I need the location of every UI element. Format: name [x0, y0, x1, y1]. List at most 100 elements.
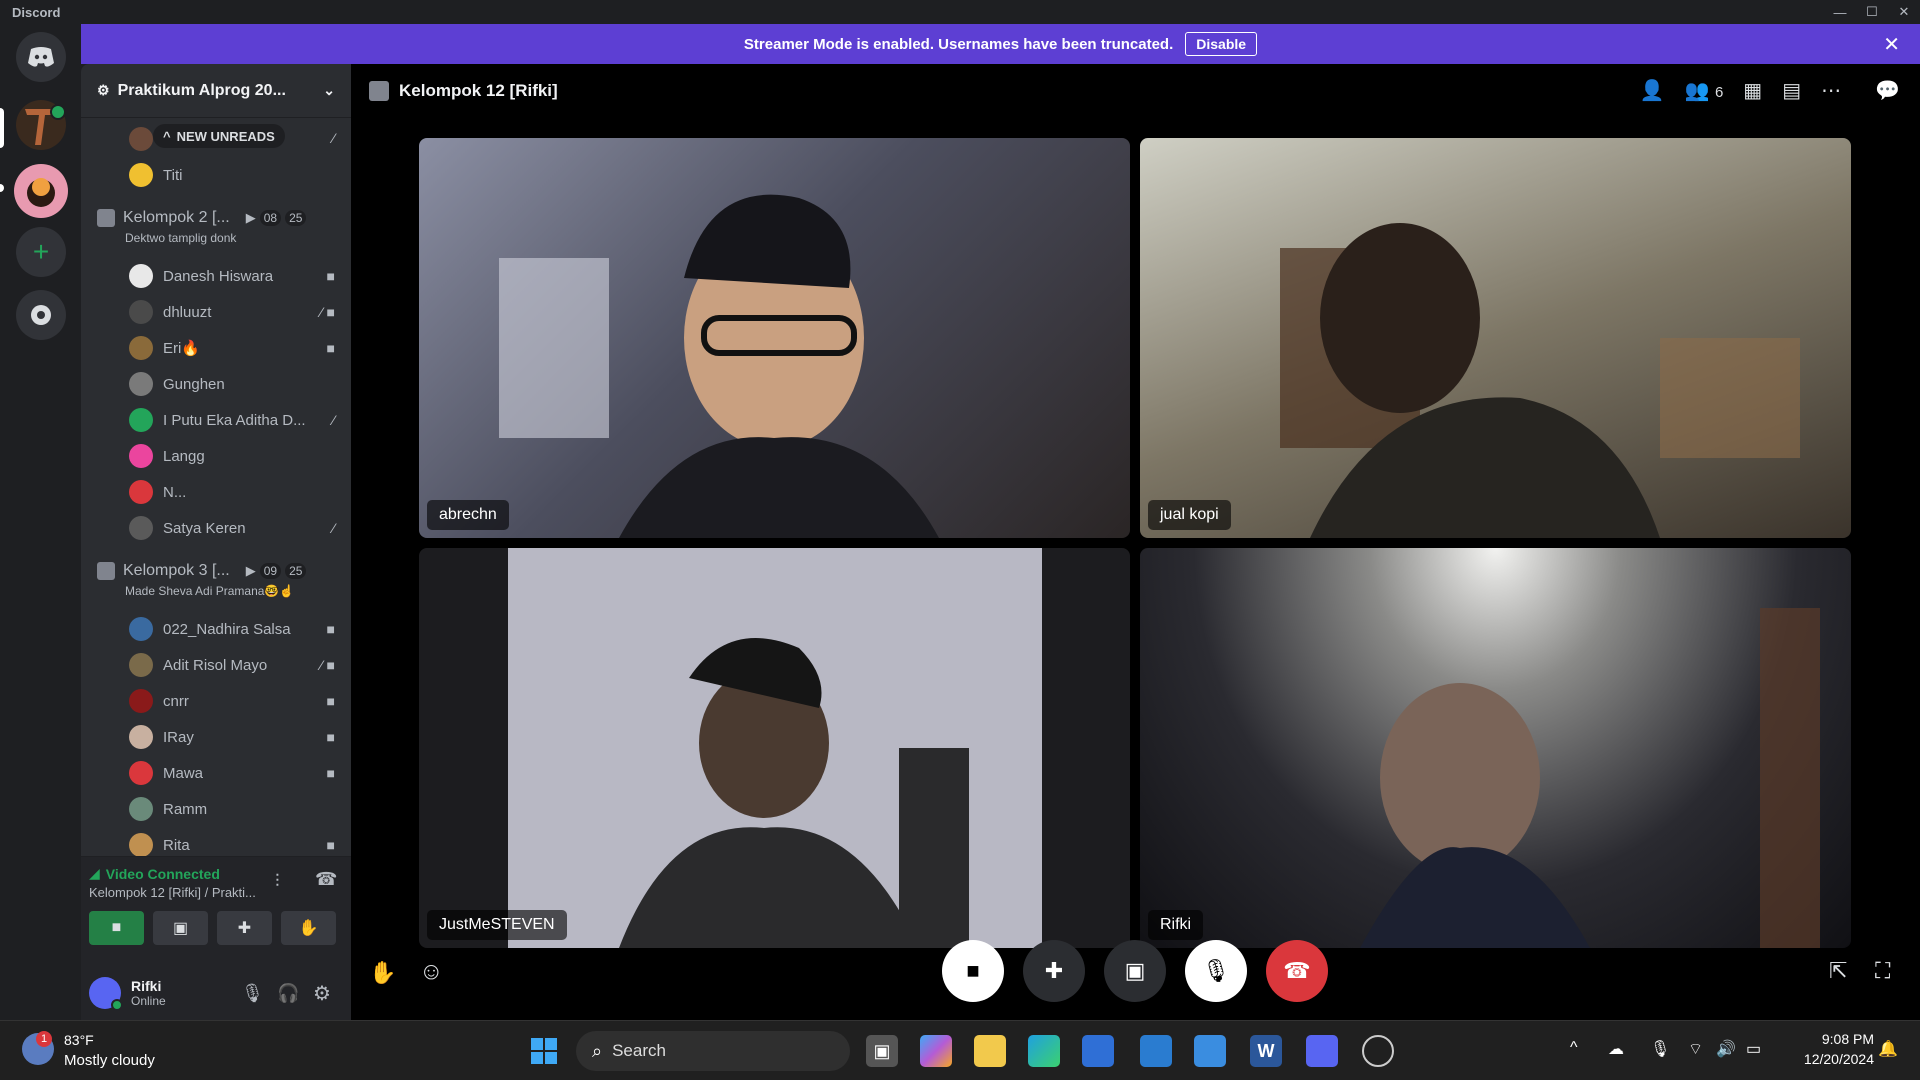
list-item[interactable]: I Putu Eka Aditha D... [129, 405, 306, 435]
more-icon[interactable]: ⋯ [1821, 78, 1841, 103]
avatar [129, 725, 153, 749]
close-window-button[interactable]: ✕ [1888, 0, 1920, 24]
list-item[interactable]: Gunghen [129, 369, 225, 399]
list-item[interactable]: Satya Keren [129, 513, 246, 543]
taskbar-search[interactable]: ⌕ Search [576, 1031, 850, 1071]
inbox-icon[interactable]: ▤ [1782, 78, 1801, 103]
list-item[interactable]: dhluuzt [129, 297, 211, 327]
onedrive-icon[interactable]: ☁ [1608, 1039, 1624, 1059]
clock-date[interactable]: 12/20/2024 [1790, 1051, 1874, 1067]
add-friend-icon[interactable]: 👤 [1640, 78, 1665, 103]
channel-sidebar: ⚙ Praktikum Alprog 20... ⌄ ^ NEW UNREADS… [81, 64, 351, 1020]
discord-taskbar-icon[interactable] [1306, 1035, 1338, 1067]
add-server-icon[interactable]: + [16, 227, 66, 277]
windows-start-icon[interactable] [528, 1035, 560, 1067]
banner-message: Streamer Mode is enabled. Usernames have… [743, 35, 1174, 53]
video-tile-justmesteven[interactable]: JustMeSTEVEN [419, 548, 1130, 948]
popout-icon[interactable]: ⇱ [1829, 958, 1847, 984]
weather-desc[interactable]: Mostly cloudy [64, 1052, 155, 1069]
layout-icon[interactable]: ▦ [1743, 78, 1762, 103]
discord-home-icon[interactable] [16, 32, 66, 82]
copilot-icon[interactable] [920, 1035, 952, 1067]
new-unreads-pill[interactable]: ^ NEW UNREADS [153, 124, 285, 148]
video-frame [508, 548, 1042, 948]
soundboard-button[interactable]: ✋ [281, 911, 336, 945]
discover-icon[interactable] [16, 290, 66, 340]
list-item[interactable]: cnrr [129, 686, 189, 716]
voice-connection-panel: ◢ Video Connected Kelompok 12 [Rifki] / … [81, 856, 351, 966]
list-item[interactable]: 022_Nadhira Salsa [129, 614, 291, 644]
list-item[interactable]: N... [129, 477, 186, 507]
list-item[interactable]: Danesh Hiswara [129, 261, 273, 291]
file-explorer-icon[interactable] [974, 1035, 1006, 1067]
video-tile-jual-kopi[interactable]: jual kopi [1140, 138, 1851, 538]
leave-call-button[interactable]: ☎ [1266, 940, 1328, 1002]
headphones-icon[interactable]: 🎧 [277, 983, 299, 1004]
obs-icon[interactable] [1362, 1035, 1394, 1067]
disable-streamer-button[interactable]: Disable [1185, 32, 1258, 56]
speaker-icon [369, 81, 389, 101]
list-item[interactable]: Langg [129, 441, 205, 471]
guild-boost-icon: ⚙ [97, 82, 110, 98]
task-view-icon[interactable]: ▣ [866, 1035, 898, 1067]
fullscreen-icon[interactable]: ⛶ [1875, 958, 1890, 984]
soundboard-icon[interactable]: ✋ [369, 960, 396, 986]
microphone-tray-icon[interactable]: 🎙 [1650, 1039, 1670, 1059]
video-tile-abrechn[interactable]: abrechn [419, 138, 1130, 538]
tray-chevron-up-icon[interactable]: ^ [1570, 1039, 1578, 1057]
list-item[interactable]: Titi [129, 160, 182, 190]
notepad-icon[interactable] [1194, 1035, 1226, 1067]
member-name: IRay [163, 728, 194, 746]
video-count: 08 [259, 210, 282, 226]
member-name: cnrr [163, 692, 189, 710]
activities-button[interactable]: ✚ [217, 911, 272, 945]
voice-channel-kelompok-2[interactable]: Kelompok 2 [... ▶ 08 25 Dektwo tamplig d… [97, 209, 307, 245]
list-item[interactable]: Mawa [129, 758, 203, 788]
server-icon-avatar[interactable] [14, 164, 68, 218]
user-name[interactable]: Rifki [131, 978, 166, 994]
gear-icon[interactable]: ⚙ [313, 981, 331, 1006]
weather-temp[interactable]: 83°F [64, 1032, 94, 1048]
guild-header[interactable]: ⚙ Praktikum Alprog 20... ⌄ [81, 64, 351, 118]
participants-icon[interactable]: 👥 6 [1684, 78, 1723, 103]
user-count: 25 [285, 563, 307, 579]
battery-icon[interactable]: ▭ [1746, 1039, 1761, 1059]
chevron-down-icon[interactable]: ⌄ [323, 82, 335, 99]
store-icon[interactable] [1082, 1035, 1114, 1067]
edge-icon[interactable] [1028, 1035, 1060, 1067]
video-frame [499, 194, 939, 538]
activities-button[interactable]: ✚ [1023, 940, 1085, 1002]
maximize-button[interactable]: ☐ [1856, 0, 1888, 24]
wifi-icon[interactable]: ⌔ [1688, 1039, 1703, 1059]
list-item[interactable]: Eri🔥 [129, 333, 200, 363]
avatar[interactable] [89, 977, 123, 1011]
word-icon[interactable]: W [1250, 1035, 1282, 1067]
emoji-icon[interactable]: ☺ [419, 958, 444, 986]
noise-suppression-icon[interactable]: ⫶ [275, 871, 280, 892]
list-item[interactable]: IRay [129, 722, 194, 752]
clock-time[interactable]: 9:08 PM [1790, 1031, 1874, 1047]
disconnect-icon[interactable]: ☎ [315, 869, 337, 890]
signal-icon[interactable]: ◢ [89, 865, 100, 882]
microphone-button[interactable]: 🎙 [1185, 940, 1247, 1002]
minimize-button[interactable]: — [1824, 0, 1856, 24]
video-frame [1360, 608, 1820, 948]
video-tile-rifki[interactable]: Rifki [1140, 548, 1851, 948]
microphone-icon[interactable]: 🎙 [241, 983, 264, 1004]
vscode-icon[interactable] [1140, 1035, 1172, 1067]
list-item[interactable]: Adit Risol Mayo [129, 650, 267, 680]
notification-bell-icon[interactable]: 🔔 [1878, 1039, 1898, 1059]
chat-icon[interactable]: 💬 [1875, 78, 1900, 103]
camera-toggle-button[interactable]: ■ [89, 911, 144, 945]
volume-icon[interactable]: 🔊 [1716, 1039, 1736, 1059]
voice-status[interactable]: Video Connected [106, 866, 220, 882]
banner-close-icon[interactable]: ✕ [1883, 32, 1900, 57]
video-icon: ▶ [245, 210, 256, 225]
camera-button[interactable]: ■ [942, 940, 1004, 1002]
member-name: Mawa [163, 764, 204, 782]
voice-channel-path[interactable]: Kelompok 12 [Rifki] / Prakti... [89, 885, 256, 900]
list-item[interactable]: Ramm [129, 794, 207, 824]
voice-channel-kelompok-3[interactable]: Kelompok 3 [... ▶ 09 25 Made Sheva Adi P… [97, 562, 307, 598]
screen-share-button[interactable]: ▣ [153, 911, 208, 945]
screen-share-button[interactable]: ▣ [1104, 940, 1166, 1002]
